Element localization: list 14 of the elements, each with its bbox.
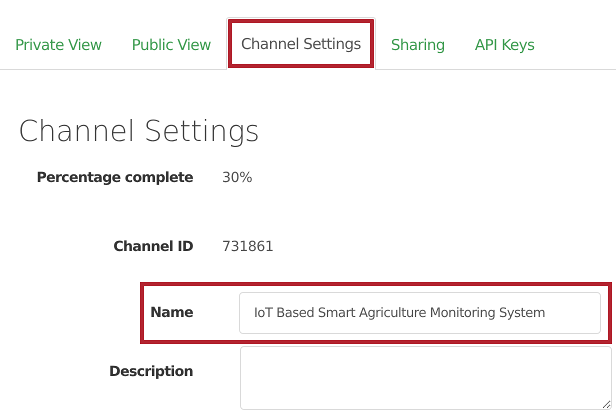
- field-label: Channel ID: [112, 238, 193, 254]
- tab[interactable]: Sharing: [376, 18, 460, 70]
- field-label: Name: [149, 305, 193, 321]
- tab[interactable]: Private View: [0, 18, 117, 70]
- tab[interactable]: Public View: [116, 18, 226, 70]
- field-label: Description: [108, 364, 193, 380]
- description-field[interactable]: [240, 346, 612, 410]
- field-value: 731861: [222, 238, 274, 254]
- tab[interactable]: Channel Settings: [226, 17, 376, 70]
- tab[interactable]: API Keys: [460, 18, 550, 70]
- field-label: Percentage complete: [35, 170, 193, 186]
- field-value: 30%: [222, 170, 252, 186]
- page-heading: Channel Settings: [18, 114, 260, 148]
- name-field[interactable]: IoT Based Smart Agriculture Monitoring System: [239, 292, 601, 334]
